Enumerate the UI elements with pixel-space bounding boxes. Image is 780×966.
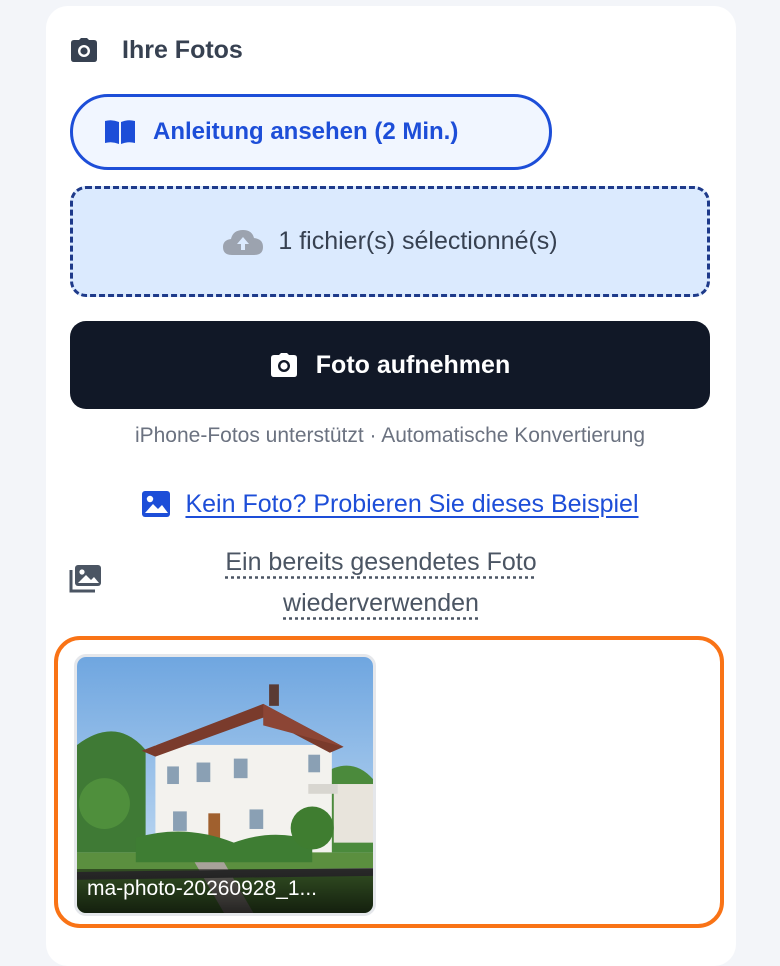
format-hint: iPhone-Fotos unterstützt · Automatische …	[134, 424, 646, 447]
take-photo-label: Foto aufnehmen	[315, 350, 511, 379]
file-dropzone[interactable]: 1 fichier(s) sélectionné(s)	[70, 186, 710, 297]
image-icon	[141, 490, 171, 518]
section-header: Ihre Fotos	[70, 34, 243, 66]
sample-photo-link[interactable]: Kein Foto? Probieren Sie dieses Beispiel	[70, 484, 710, 524]
section-title: Ihre Fotos	[122, 35, 243, 64]
photo-library-icon	[68, 564, 102, 594]
take-photo-button[interactable]: Foto aufnehmen	[70, 321, 710, 409]
camera-icon	[70, 37, 98, 63]
camera-icon	[270, 352, 298, 378]
photo-filename: ma-photo-20260928_1...	[77, 869, 373, 913]
reuse-photo-row: Ein bereits gesendetes Foto wiederverwen…	[66, 542, 714, 622]
photo-gallery: ma-photo-20260928_1...	[54, 636, 724, 928]
watch-guide-button[interactable]: Anleitung ansehen (2 Min.)	[70, 94, 552, 170]
selected-files-label: 1 fichier(s) sélectionné(s)	[278, 227, 558, 255]
cloud-upload-icon	[222, 227, 264, 257]
reuse-photo-link[interactable]: Ein bereits gesendetes Foto wiederverwen…	[216, 542, 546, 624]
sample-photo-label: Kein Foto? Probieren Sie dieses Beispiel	[185, 489, 639, 518]
watch-guide-label: Anleitung ansehen (2 Min.)	[153, 118, 459, 145]
photo-thumbnail[interactable]: ma-photo-20260928_1...	[74, 654, 376, 916]
book-open-icon	[103, 118, 137, 146]
